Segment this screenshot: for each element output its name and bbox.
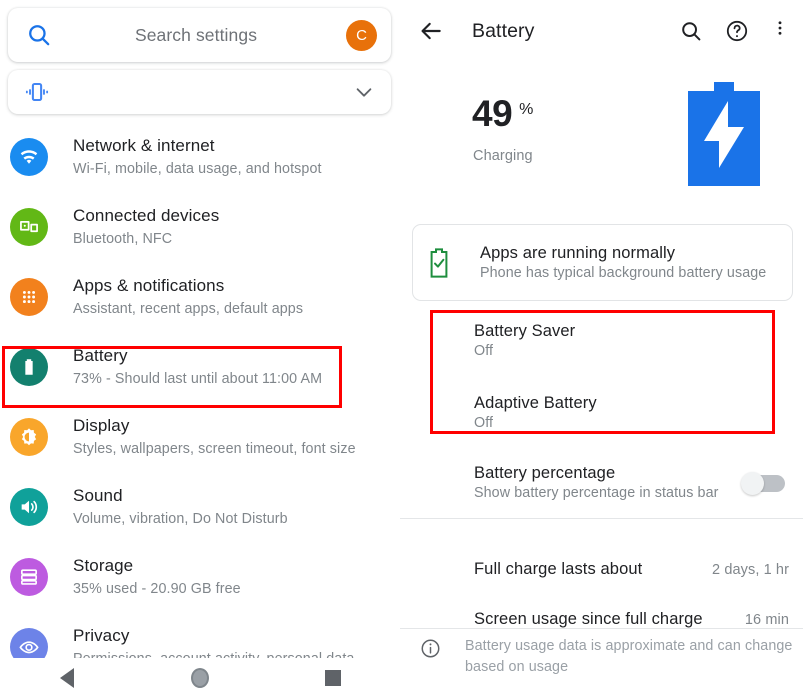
status-card-title: Apps are running normally <box>480 244 676 262</box>
battery-usage-footnote: Battery usage data is approximate and ca… <box>400 636 803 679</box>
search-icon <box>26 22 52 48</box>
charging-battery-icon <box>688 82 760 186</box>
battery-check-icon <box>427 247 451 278</box>
sidebar-item-connected-devices[interactable]: Connected devices Bluetooth, NFC <box>0 192 400 262</box>
sidebar-item-apps-notifications[interactable]: Apps & notifications Assistant, recent a… <box>0 262 400 332</box>
sidebar-item-storage[interactable]: Storage 35% used - 20.90 GB free <box>0 542 400 612</box>
search-placeholder-text: Search settings <box>134 24 258 45</box>
status-card-subtitle: Phone has typical background battery usa… <box>480 265 767 281</box>
full-charge-value: 2 days, 1 hr <box>712 561 789 578</box>
full-charge-label: Full charge lasts about <box>474 560 643 578</box>
brightness-icon <box>10 418 48 456</box>
battery-percent-display: 49 % <box>472 95 533 132</box>
sidebar-item-title: Sound <box>73 486 123 506</box>
divider <box>400 518 803 519</box>
sidebar-item-network-internet[interactable]: Network & internet Wi-Fi, mobile, data u… <box>0 122 400 192</box>
vibration-suggestion-card[interactable] <box>8 70 391 114</box>
sidebar-item-text: Display Styles, wallpapers, screen timeo… <box>73 415 356 459</box>
settings-menu-list: Network & internet Wi-Fi, mobile, data u… <box>0 122 400 682</box>
divider <box>400 628 803 629</box>
battery-level-hero: 49 % Charging <box>400 62 803 210</box>
screenshot-root: Search settings C Network & internet Wi-… <box>0 0 803 698</box>
sidebar-item-title: Apps & notifications <box>73 276 225 296</box>
speaker-icon <box>10 488 48 526</box>
sidebar-item-text: Battery 73% - Should last until about 11… <box>73 345 322 389</box>
sidebar-item-title: Connected devices <box>73 206 220 226</box>
battery-saver-title: Battery Saver <box>474 322 576 340</box>
storage-icon <box>10 558 48 596</box>
screen-usage-label: Screen usage since full charge <box>474 610 703 628</box>
sidebar-item-subtitle: Wi-Fi, mobile, data usage, and hotspot <box>73 160 322 177</box>
sidebar-item-text: Network & internet Wi-Fi, mobile, data u… <box>73 135 322 179</box>
battery-saver-value: Off <box>474 343 494 359</box>
battery-detail-panel: Battery 49 % Charging Apps are running n… <box>400 0 803 698</box>
info-circle-icon <box>420 638 441 659</box>
sidebar-item-subtitle: Volume, vibration, Do Not Disturb <box>73 510 288 527</box>
back-arrow-icon[interactable] <box>418 18 444 44</box>
sidebar-item-subtitle: 35% used - 20.90 GB free <box>73 580 241 597</box>
sidebar-item-display[interactable]: Display Styles, wallpapers, screen timeo… <box>0 402 400 472</box>
chevron-down-icon[interactable] <box>353 81 375 103</box>
screen-usage-value: 16 min <box>744 611 789 628</box>
nav-home-icon[interactable] <box>183 665 217 691</box>
sidebar-item-text: Storage 35% used - 20.90 GB free <box>73 555 241 599</box>
battery-percent-value: 49 <box>472 93 513 134</box>
sidebar-item-text: Apps & notifications Assistant, recent a… <box>73 275 303 319</box>
adaptive-battery-value: Off <box>474 415 494 431</box>
adaptive-battery-row[interactable]: Adaptive Battery Off <box>400 394 803 431</box>
overflow-menu-icon[interactable] <box>771 19 789 43</box>
battery-status-card[interactable]: Apps are running normally Phone has typi… <box>412 224 793 301</box>
sidebar-item-battery[interactable]: Battery 73% - Should last until about 11… <box>0 332 400 402</box>
wifi-icon <box>10 138 48 176</box>
battery-charge-state: Charging <box>473 148 533 164</box>
battery-percentage-title: Battery percentage <box>474 464 616 482</box>
sidebar-item-subtitle: Bluetooth, NFC <box>73 230 173 247</box>
page-title: Battery <box>472 19 535 42</box>
sidebar-item-text: Sound Volume, vibration, Do Not Disturb <box>73 485 288 529</box>
apps-grid-icon <box>10 278 48 316</box>
adaptive-battery-title: Adaptive Battery <box>474 394 597 412</box>
battery-icon <box>10 348 48 386</box>
sidebar-item-subtitle: Assistant, recent apps, default apps <box>73 300 304 317</box>
sidebar-item-title: Storage <box>73 556 134 576</box>
sidebar-item-subtitle: 73% - Should last until about 11:00 AM <box>73 370 323 387</box>
sidebar-item-text: Connected devices Bluetooth, NFC <box>73 205 219 249</box>
percent-symbol: % <box>519 101 534 118</box>
search-icon[interactable] <box>679 19 703 43</box>
battery-percentage-subtitle: Show battery percentage in status bar <box>474 485 719 501</box>
settings-list-panel: Search settings C Network & internet Wi-… <box>0 0 400 698</box>
sidebar-item-subtitle: Styles, wallpapers, screen timeout, font… <box>73 440 356 457</box>
sidebar-item-title: Battery <box>73 346 128 366</box>
battery-status-text: Apps are running normally Phone has typi… <box>480 244 766 281</box>
sidebar-item-title: Privacy <box>73 626 130 646</box>
sidebar-item-title: Display <box>73 416 130 436</box>
sidebar-item-title: Network & internet <box>73 136 215 156</box>
screen-usage-row[interactable]: Screen usage since full charge 16 min <box>400 610 803 629</box>
battery-saver-row[interactable]: Battery Saver Off <box>400 322 803 359</box>
vibration-icon <box>24 79 50 105</box>
full-charge-row[interactable]: Full charge lasts about 2 days, 1 hr <box>400 560 803 579</box>
footnote-text: Battery usage data is approximate and ca… <box>465 638 793 676</box>
avatar[interactable]: C <box>346 19 377 51</box>
help-circle-icon[interactable] <box>725 19 749 43</box>
left-navigation-bar <box>0 658 400 698</box>
sidebar-item-sound[interactable]: Sound Volume, vibration, Do Not Disturb <box>0 472 400 542</box>
toggle-knob <box>741 472 764 495</box>
battery-appbar: Battery <box>400 0 803 62</box>
battery-percentage-toggle[interactable] <box>741 472 785 495</box>
nav-back-icon[interactable] <box>50 665 84 691</box>
connected-devices-icon <box>10 208 48 246</box>
search-bar[interactable]: Search settings C <box>8 8 391 62</box>
nav-recents-icon[interactable] <box>316 665 350 691</box>
